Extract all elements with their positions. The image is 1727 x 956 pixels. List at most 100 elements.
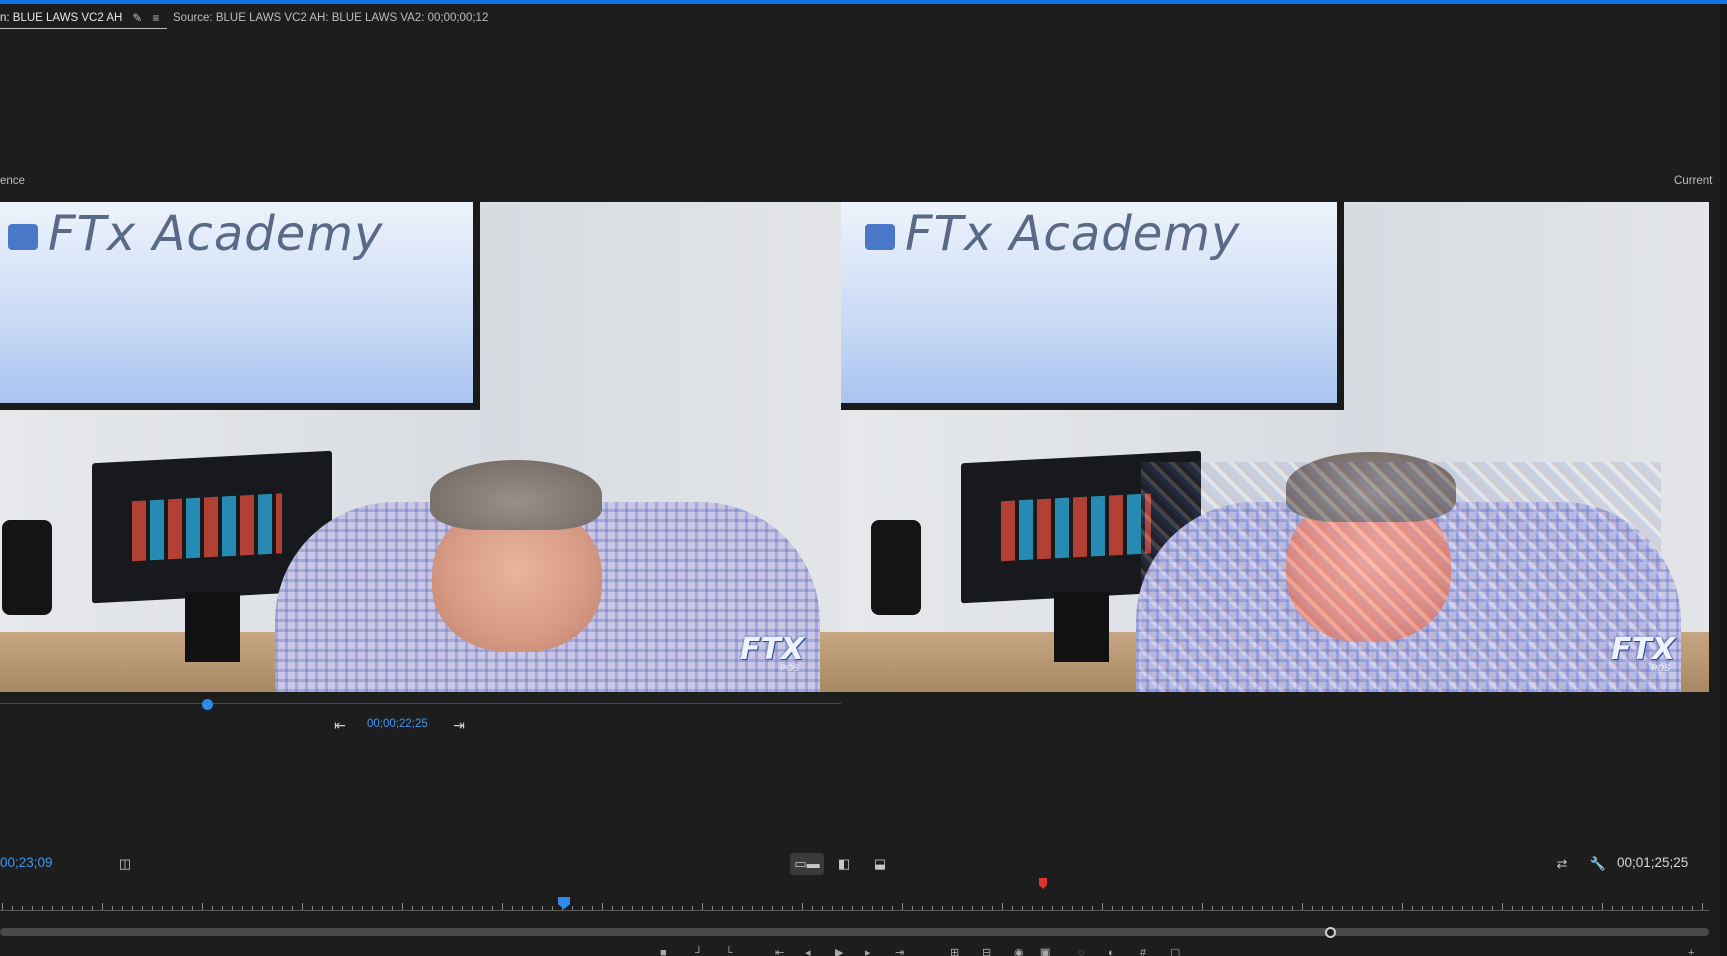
- ruler-tick: [762, 906, 763, 910]
- ruler-tick: [322, 906, 323, 910]
- zoom-handle[interactable]: [1325, 927, 1336, 938]
- ruler-tick: [912, 906, 913, 910]
- ruler-tick: [1552, 906, 1553, 910]
- ruler-tick: [802, 903, 803, 910]
- ruler-tick: [862, 906, 863, 910]
- video-frame-reference: FTx Academy FTX POS: [0, 202, 841, 692]
- swap-icon[interactable]: ⇄: [1552, 853, 1572, 875]
- ruler-tick: [542, 906, 543, 910]
- side-by-side-icon[interactable]: ▭▬: [790, 853, 824, 875]
- ruler-tick: [1662, 906, 1663, 910]
- marker-flag[interactable]: [1039, 878, 1047, 889]
- step-back-icon[interactable]: ◂: [805, 948, 811, 956]
- mark-in-icon[interactable]: ┘: [695, 948, 703, 956]
- ruler-tick: [392, 906, 393, 910]
- reference-timecode[interactable]: 00;00;22;25: [367, 718, 428, 730]
- reference-viewer[interactable]: FTx Academy FTX POS: [0, 202, 841, 692]
- mark-out-icon[interactable]: └: [725, 948, 733, 956]
- add-button-icon[interactable]: +: [1688, 948, 1694, 956]
- ruler-tick: [792, 906, 793, 910]
- ruler-tick: [272, 906, 273, 910]
- play-icon[interactable]: ▶: [835, 948, 843, 956]
- stop-icon[interactable]: ■: [660, 948, 667, 956]
- safe-margins-icon[interactable]: #: [1140, 948, 1146, 956]
- ruler-tick: [212, 906, 213, 910]
- ruler-tick: [642, 906, 643, 910]
- ruler-tick: [12, 906, 13, 910]
- pos-keypad: [1001, 493, 1151, 562]
- ruler-tick: [1332, 906, 1333, 910]
- go-to-out-icon[interactable]: ⇥: [450, 714, 468, 736]
- playhead-timecode[interactable]: 00;23;09: [0, 855, 53, 870]
- vr-icon[interactable]: ◐: [1108, 948, 1115, 956]
- pos-stand: [1054, 592, 1109, 662]
- ruler-tick: [992, 906, 993, 910]
- ruler-tick: [1222, 906, 1223, 910]
- proxy-icon[interactable]: ◌: [1078, 948, 1085, 956]
- reference-playhead-handle[interactable]: [202, 699, 213, 710]
- speaker-object: [2, 520, 52, 615]
- go-to-out-icon[interactable]: ⇥: [895, 948, 904, 956]
- insert-icon[interactable]: ⊞: [950, 948, 959, 956]
- ruler-tick: [1052, 906, 1053, 910]
- ruler-tick: [122, 906, 123, 910]
- ruler-tick: [1242, 906, 1243, 910]
- ruler-tick: [302, 903, 303, 910]
- ruler-tick: [42, 906, 43, 910]
- go-to-in-icon[interactable]: ⇤: [331, 714, 349, 736]
- ruler-tick: [1462, 906, 1463, 910]
- ruler-tick: [1702, 903, 1703, 910]
- overlay-icon[interactable]: ▢: [1170, 948, 1180, 956]
- panel-edge-scrollbar[interactable]: [1720, 4, 1727, 956]
- pencil-icon[interactable]: ✎: [132, 11, 142, 25]
- ftx-brand-mark: FTX: [740, 632, 805, 667]
- ruler-tick: [822, 906, 823, 910]
- split-view-icon[interactable]: ◫: [116, 853, 134, 875]
- ftx-brand-mark: FTX: [1611, 632, 1676, 667]
- ruler-tick: [1512, 906, 1513, 910]
- vertical-split-icon[interactable]: ◧: [834, 853, 854, 875]
- horizontal-split-icon[interactable]: ⬓: [870, 853, 890, 875]
- ruler-tick: [172, 906, 173, 910]
- reference-scrub-track[interactable]: [0, 703, 841, 704]
- ruler-tick: [932, 906, 933, 910]
- ruler-tick: [1132, 906, 1133, 910]
- go-to-in-icon[interactable]: ⇤: [775, 948, 784, 956]
- ruler-tick: [452, 906, 453, 910]
- timeline-ruler[interactable]: [0, 898, 1709, 912]
- ruler-tick: [1112, 906, 1113, 910]
- ruler-tick: [102, 903, 103, 910]
- ruler-tick: [1292, 906, 1293, 910]
- presenter-hair: [430, 460, 602, 530]
- step-forward-icon[interactable]: ▸: [865, 948, 871, 956]
- ruler-tick: [1582, 906, 1583, 910]
- export-frame-icon[interactable]: ◉: [1014, 948, 1024, 956]
- ruler-tick: [222, 906, 223, 910]
- overwrite-icon[interactable]: ⊟: [982, 948, 991, 956]
- ruler-tick: [1632, 906, 1633, 910]
- ruler-tick: [1082, 906, 1083, 910]
- comparison-view-icon[interactable]: ▣: [1040, 948, 1051, 956]
- ruler-tick: [1642, 906, 1643, 910]
- current-viewer[interactable]: FTx Academy FTX POS: [841, 202, 1709, 692]
- tab-source-monitor[interactable]: Source: BLUE LAWS VC2 AH: BLUE LAWS VA2:…: [173, 4, 488, 32]
- ruler-tick: [1402, 903, 1403, 910]
- tab-program-monitor[interactable]: n: BLUE LAWS VC2 AH ✎ ≡: [0, 4, 168, 32]
- zoom-scroll-bar[interactable]: [0, 928, 1709, 936]
- academy-logo-text: FTx Academy: [48, 206, 384, 262]
- duration-timecode: 00;01;25;25: [1617, 855, 1689, 870]
- wrench-icon[interactable]: 🔧: [1588, 853, 1608, 875]
- ruler-tick: [1592, 906, 1593, 910]
- ruler-tick: [1602, 903, 1603, 910]
- ruler-tick: [1482, 906, 1483, 910]
- ruler-tick: [1192, 906, 1193, 910]
- ruler-tick: [782, 906, 783, 910]
- ruler-tick: [412, 906, 413, 910]
- ruler-tick: [722, 906, 723, 910]
- ruler-tick: [602, 903, 603, 910]
- ruler-tick: [632, 906, 633, 910]
- ruler-tick: [1022, 906, 1023, 910]
- panel-menu-icon[interactable]: ≡: [152, 11, 159, 25]
- ruler-tick: [1532, 906, 1533, 910]
- ruler-tick: [922, 906, 923, 910]
